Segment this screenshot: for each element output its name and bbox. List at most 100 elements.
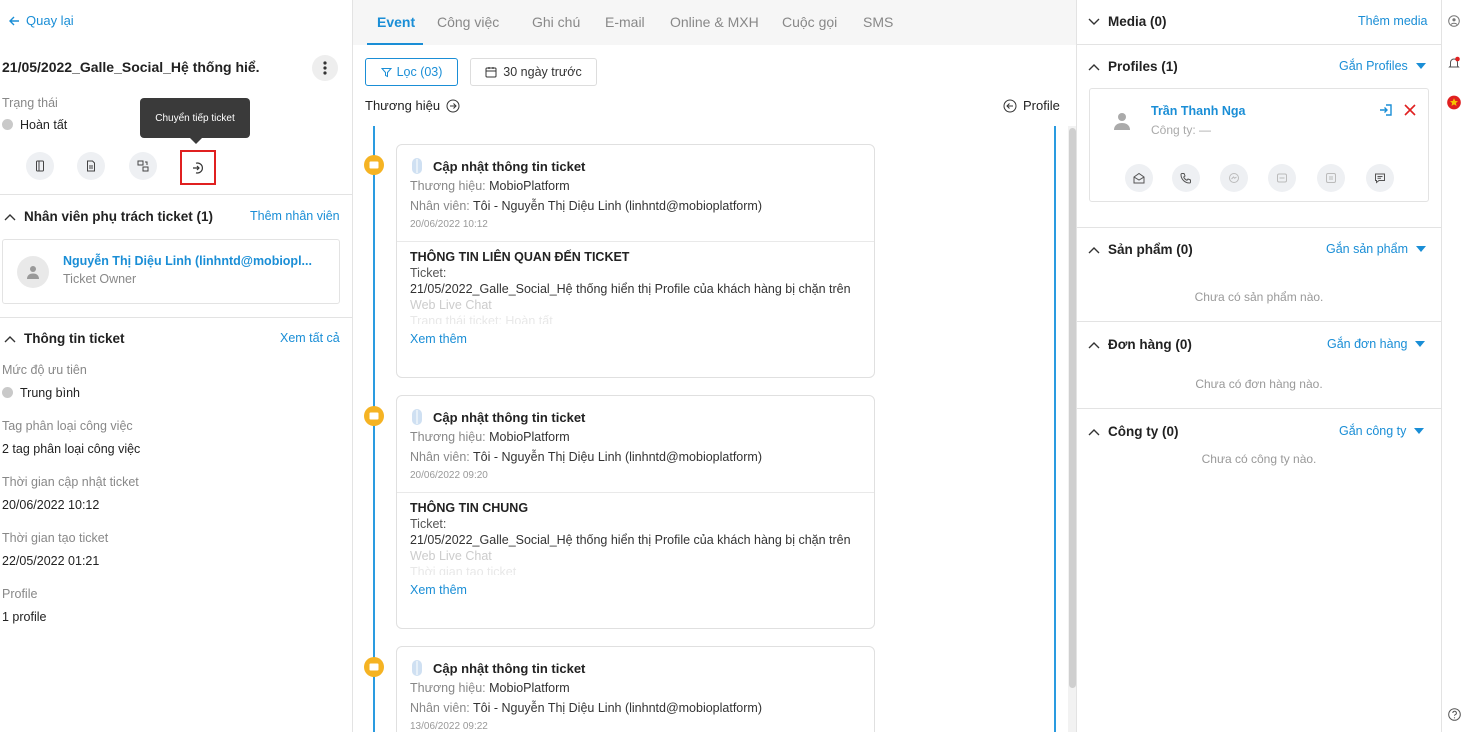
media-header[interactable]: Media (0) xyxy=(1088,14,1167,29)
profiles-header[interactable]: Profiles (1) xyxy=(1088,59,1178,74)
attach-products-link[interactable]: Gắn sản phẩm xyxy=(1326,242,1426,256)
email-icon[interactable] xyxy=(1125,164,1153,192)
event-time: 13/06/2022 09:22 xyxy=(410,721,488,732)
remove-profile-icon[interactable] xyxy=(1403,103,1417,117)
scrollbar-thumb[interactable] xyxy=(1069,128,1076,688)
more-options-button[interactable] xyxy=(312,55,338,81)
chevron-up-icon xyxy=(1088,246,1100,254)
active-tab-indicator xyxy=(367,43,423,45)
event-body-fade: Web Live Chat xyxy=(410,298,492,312)
profile-column-header[interactable]: Profile xyxy=(1003,98,1060,113)
tab-online-social[interactable]: Online & MXH xyxy=(670,14,759,30)
event-card: Cập nhật thông tin ticket Thương hiệu: M… xyxy=(396,144,875,378)
timeline-panel: Event Công việc Ghi chú E-mail Online & … xyxy=(353,0,1077,732)
instagram-icon[interactable] xyxy=(1317,164,1345,192)
staff-name[interactable]: Nguyễn Thị Diệu Linh (linhntd@mobiopl... xyxy=(63,254,312,268)
open-profile-icon[interactable] xyxy=(1379,103,1393,117)
right-rail xyxy=(1441,0,1464,732)
ticket-event-icon xyxy=(364,406,384,426)
divider xyxy=(0,194,352,195)
brand-column-header[interactable]: Thương hiệu xyxy=(365,98,460,113)
bell-icon[interactable] xyxy=(1447,56,1461,70)
see-more-link[interactable]: Xem thêm xyxy=(410,583,861,597)
updated-time-value: 20/06/2022 10:12 xyxy=(2,498,100,512)
staff-section-header[interactable]: Nhân viên phụ trách ticket (1) xyxy=(4,209,213,224)
event-staff: Nhân viên: Tôi - Nguyễn Thị Diệu Linh (l… xyxy=(410,450,762,464)
chevron-up-icon xyxy=(1088,63,1100,71)
back-label: Quay lại xyxy=(26,13,74,28)
filter-button[interactable]: Lọc (03) xyxy=(365,58,458,86)
tab-sms[interactable]: SMS xyxy=(863,14,893,30)
event-body-value: 21/05/2022_Galle_Social_Hệ thống hiển th… xyxy=(410,282,851,296)
attach-companies-link[interactable]: Gắn công ty xyxy=(1339,424,1425,438)
date-range-button[interactable]: 30 ngày trước xyxy=(470,58,597,86)
merge-button[interactable] xyxy=(129,152,157,180)
ticket-title: 21/05/2022_Galle_Social_Hệ thống hiể... xyxy=(2,59,260,75)
phone-icon[interactable] xyxy=(1172,164,1200,192)
zalo-icon[interactable] xyxy=(1268,164,1296,192)
event-card: Cập nhật thông tin ticket Thương hiệu: M… xyxy=(396,395,875,629)
products-section: Sản phẩm (0) Gắn sản phẩm Chưa có sản ph… xyxy=(1077,228,1441,322)
attach-profiles-link[interactable]: Gắn Profiles xyxy=(1339,59,1426,73)
ticket-icon xyxy=(412,409,422,425)
calendar-icon xyxy=(485,67,497,78)
orders-section: Đơn hàng (0) Gắn đơn hàng Chưa có đơn hà… xyxy=(1077,322,1441,409)
tab-event[interactable]: Event xyxy=(377,14,415,30)
see-more-link[interactable]: Xem thêm xyxy=(410,332,861,346)
document-button[interactable] xyxy=(77,152,105,180)
event-staff: Nhân viên: Tôi - Nguyễn Thị Diệu Linh (l… xyxy=(410,701,762,715)
add-staff-link[interactable]: Thêm nhân viên xyxy=(250,209,340,223)
avatar xyxy=(17,256,49,288)
star-badge-icon[interactable] xyxy=(1447,95,1461,109)
status-label: Trạng thái xyxy=(2,96,58,110)
tag-label: Tag phân loại công việc xyxy=(2,419,133,433)
chat-icon[interactable] xyxy=(1366,164,1394,192)
messenger-icon[interactable] xyxy=(1220,164,1248,192)
created-time-label: Thời gian tạo ticket xyxy=(2,531,109,545)
divider xyxy=(0,317,352,318)
sidebar-toggle-button[interactable] xyxy=(26,152,54,180)
arrow-left-circle-icon xyxy=(1003,99,1017,112)
event-brand: Thương hiệu: MobioPlatform xyxy=(410,430,570,444)
status-value: Hoàn tất xyxy=(2,118,67,132)
caret-down-icon xyxy=(1415,63,1426,69)
updated-time-label: Thời gian cập nhật ticket xyxy=(2,475,139,489)
profile-value: 1 profile xyxy=(2,610,47,624)
event-body-value: 21/05/2022_Galle_Social_Hệ thống hiển th… xyxy=(410,533,851,547)
tab-notes[interactable]: Ghi chú xyxy=(532,14,580,30)
priority-value: Trung bình xyxy=(2,386,80,400)
caret-down-icon xyxy=(1416,246,1426,252)
tab-bar: Event Công việc Ghi chú E-mail Online & … xyxy=(353,0,1076,45)
forward-ticket-tooltip: Chuyển tiếp ticket xyxy=(140,98,250,144)
tab-email[interactable]: E-mail xyxy=(605,14,645,30)
products-header[interactable]: Sản phẩm (0) xyxy=(1088,242,1193,257)
avatar xyxy=(1112,111,1132,131)
status-dot xyxy=(2,119,13,130)
back-link[interactable]: Quay lại xyxy=(8,13,74,28)
user-icon xyxy=(1114,113,1130,130)
ticket-icon xyxy=(412,158,422,174)
priority-label: Mức độ ưu tiên xyxy=(2,363,87,377)
profile-rail-icon[interactable] xyxy=(1447,14,1461,28)
products-empty: Chưa có sản phẩm nào. xyxy=(1194,290,1324,304)
add-media-link[interactable]: Thêm media xyxy=(1358,14,1427,28)
event-body-title: THÔNG TIN CHUNG xyxy=(410,501,529,515)
staff-section-title: Nhân viên phụ trách ticket (1) xyxy=(24,209,214,224)
profile-name[interactable]: Trần Thanh Nga xyxy=(1151,104,1245,118)
forward-ticket-button[interactable] xyxy=(180,150,216,185)
ticket-icon xyxy=(412,660,422,676)
view-all-link[interactable]: Xem tất cả xyxy=(280,331,340,345)
attach-orders-link[interactable]: Gắn đơn hàng xyxy=(1327,337,1426,351)
tab-calls[interactable]: Cuộc gọi xyxy=(782,14,837,30)
tab-tasks[interactable]: Công việc xyxy=(437,14,499,30)
orders-header[interactable]: Đơn hàng (0) xyxy=(1088,337,1192,352)
event-brand: Thương hiệu: MobioPlatform xyxy=(410,179,570,193)
companies-empty: Chưa có công ty nào. xyxy=(1201,452,1317,466)
help-icon[interactable] xyxy=(1447,707,1461,721)
companies-header[interactable]: Công ty (0) xyxy=(1088,424,1179,439)
ticket-event-icon xyxy=(364,657,384,677)
filter-icon xyxy=(380,67,392,77)
info-section-header[interactable]: Thông tin ticket xyxy=(4,331,125,346)
event-body-fade: Web Live Chat xyxy=(410,549,492,563)
ticket-event-icon xyxy=(364,155,384,175)
